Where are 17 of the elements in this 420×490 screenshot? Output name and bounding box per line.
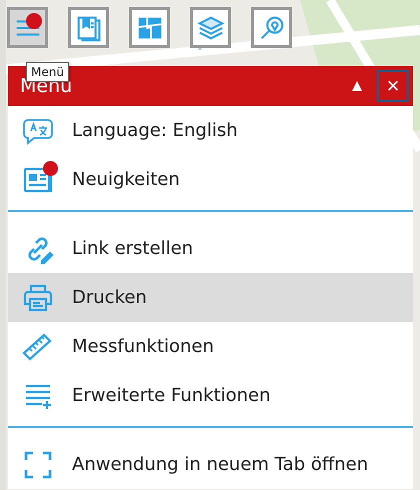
menu-item[interactable]: Drucken (8, 273, 413, 322)
search-pin-button[interactable] (251, 7, 292, 48)
layout-button[interactable] (129, 7, 170, 48)
close-button[interactable]: × (377, 70, 409, 102)
layers-button[interactable] (190, 7, 231, 48)
tooltip: Menü (26, 62, 69, 82)
menu-item[interactable]: Neuigkeiten (8, 155, 413, 204)
book-button[interactable] (68, 7, 109, 48)
menu-item[interactable]: Erweiterte Funktionen (8, 371, 413, 420)
menu-item[interactable]: Anwendung in neuem Tab öffnen (8, 440, 413, 489)
menu-item[interactable]: Link erstellen (8, 224, 413, 273)
menu-item[interactable]: Language: English (8, 106, 413, 155)
menu-item[interactable]: Messfunktionen (8, 322, 413, 371)
menu-button[interactable] (7, 7, 48, 48)
expand-icon (22, 448, 54, 480)
collapse-button[interactable]: ▲ (341, 70, 373, 102)
ruler-icon (22, 330, 54, 362)
